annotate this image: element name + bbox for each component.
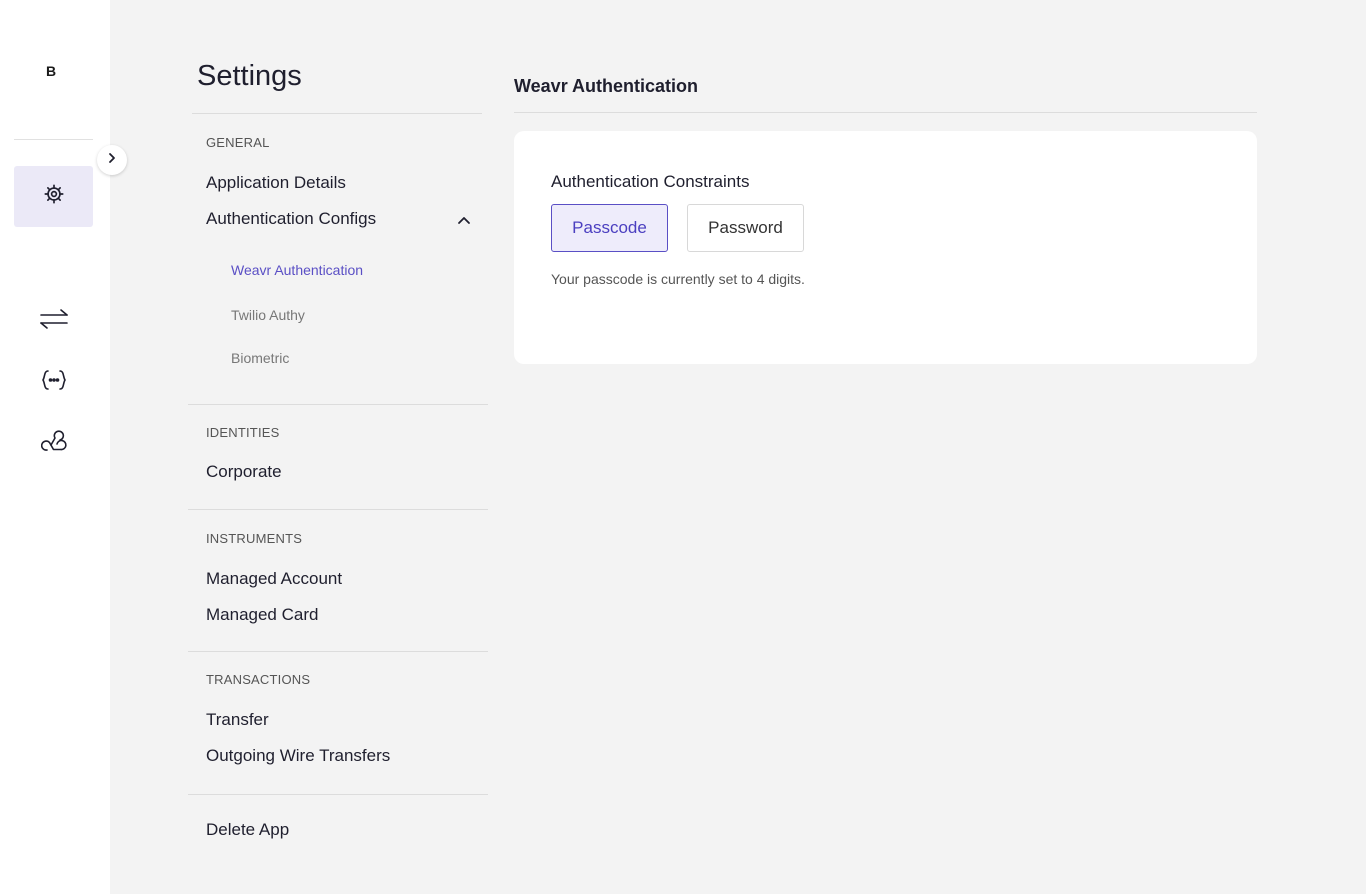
section-label-instruments: INSTRUMENTS <box>206 531 303 546</box>
title-divider <box>192 113 482 114</box>
auth-constraints-card: Authentication Constraints Passcode Pass… <box>514 131 1257 364</box>
nav-twilio-authy[interactable]: Twilio Authy <box>231 307 305 323</box>
section-label-general: GENERAL <box>206 135 270 150</box>
section-label-transactions: TRANSACTIONS <box>206 672 311 687</box>
section-divider <box>188 404 488 405</box>
rail-settings-button[interactable] <box>14 166 93 227</box>
section-divider <box>188 509 488 510</box>
nav-outgoing-wire-transfers[interactable]: Outgoing Wire Transfers <box>206 746 390 766</box>
rail-transfers-button[interactable] <box>14 301 93 341</box>
page-title: Weavr Authentication <box>514 76 699 96</box>
rail-divider <box>14 139 93 140</box>
rail-api-button[interactable] <box>14 362 93 402</box>
rail-webhooks-button[interactable] <box>14 425 93 465</box>
delete-app-link[interactable]: Delete App <box>206 820 289 840</box>
content-divider <box>514 112 1257 113</box>
section-divider <box>188 651 488 652</box>
settings-gear-icon <box>43 183 65 210</box>
nav-corporate[interactable]: Corporate <box>206 462 282 482</box>
expand-sidebar-button[interactable] <box>97 145 127 175</box>
password-option-button[interactable]: Password <box>687 204 804 252</box>
collapse-auth-configs-button[interactable] <box>454 210 474 230</box>
code-braces-icon <box>40 368 68 397</box>
nav-application-details[interactable]: Application Details <box>206 173 346 193</box>
settings-title: Settings <box>197 60 302 92</box>
chevron-up-icon <box>454 217 474 234</box>
nav-managed-card[interactable]: Managed Card <box>206 605 318 625</box>
constraints-label: Authentication Constraints <box>551 172 750 191</box>
nav-weavr-authentication[interactable]: Weavr Authentication <box>231 262 363 278</box>
nav-transfer[interactable]: Transfer <box>206 710 269 730</box>
passcode-option-button[interactable]: Passcode <box>551 204 668 252</box>
nav-biometric[interactable]: Biometric <box>231 350 289 366</box>
workspace-avatar[interactable]: B <box>36 56 66 86</box>
left-rail: B <box>0 0 110 894</box>
section-divider <box>188 794 488 795</box>
passcode-hint-text: Your passcode is currently set to 4 digi… <box>551 271 805 287</box>
nav-managed-account[interactable]: Managed Account <box>206 569 342 589</box>
transfer-arrows-icon <box>38 307 70 336</box>
webhook-icon <box>40 429 67 461</box>
nav-authentication-configs[interactable]: Authentication Configs <box>206 209 376 229</box>
section-label-identities: IDENTITIES <box>206 425 280 440</box>
chevron-right-icon <box>106 151 118 169</box>
